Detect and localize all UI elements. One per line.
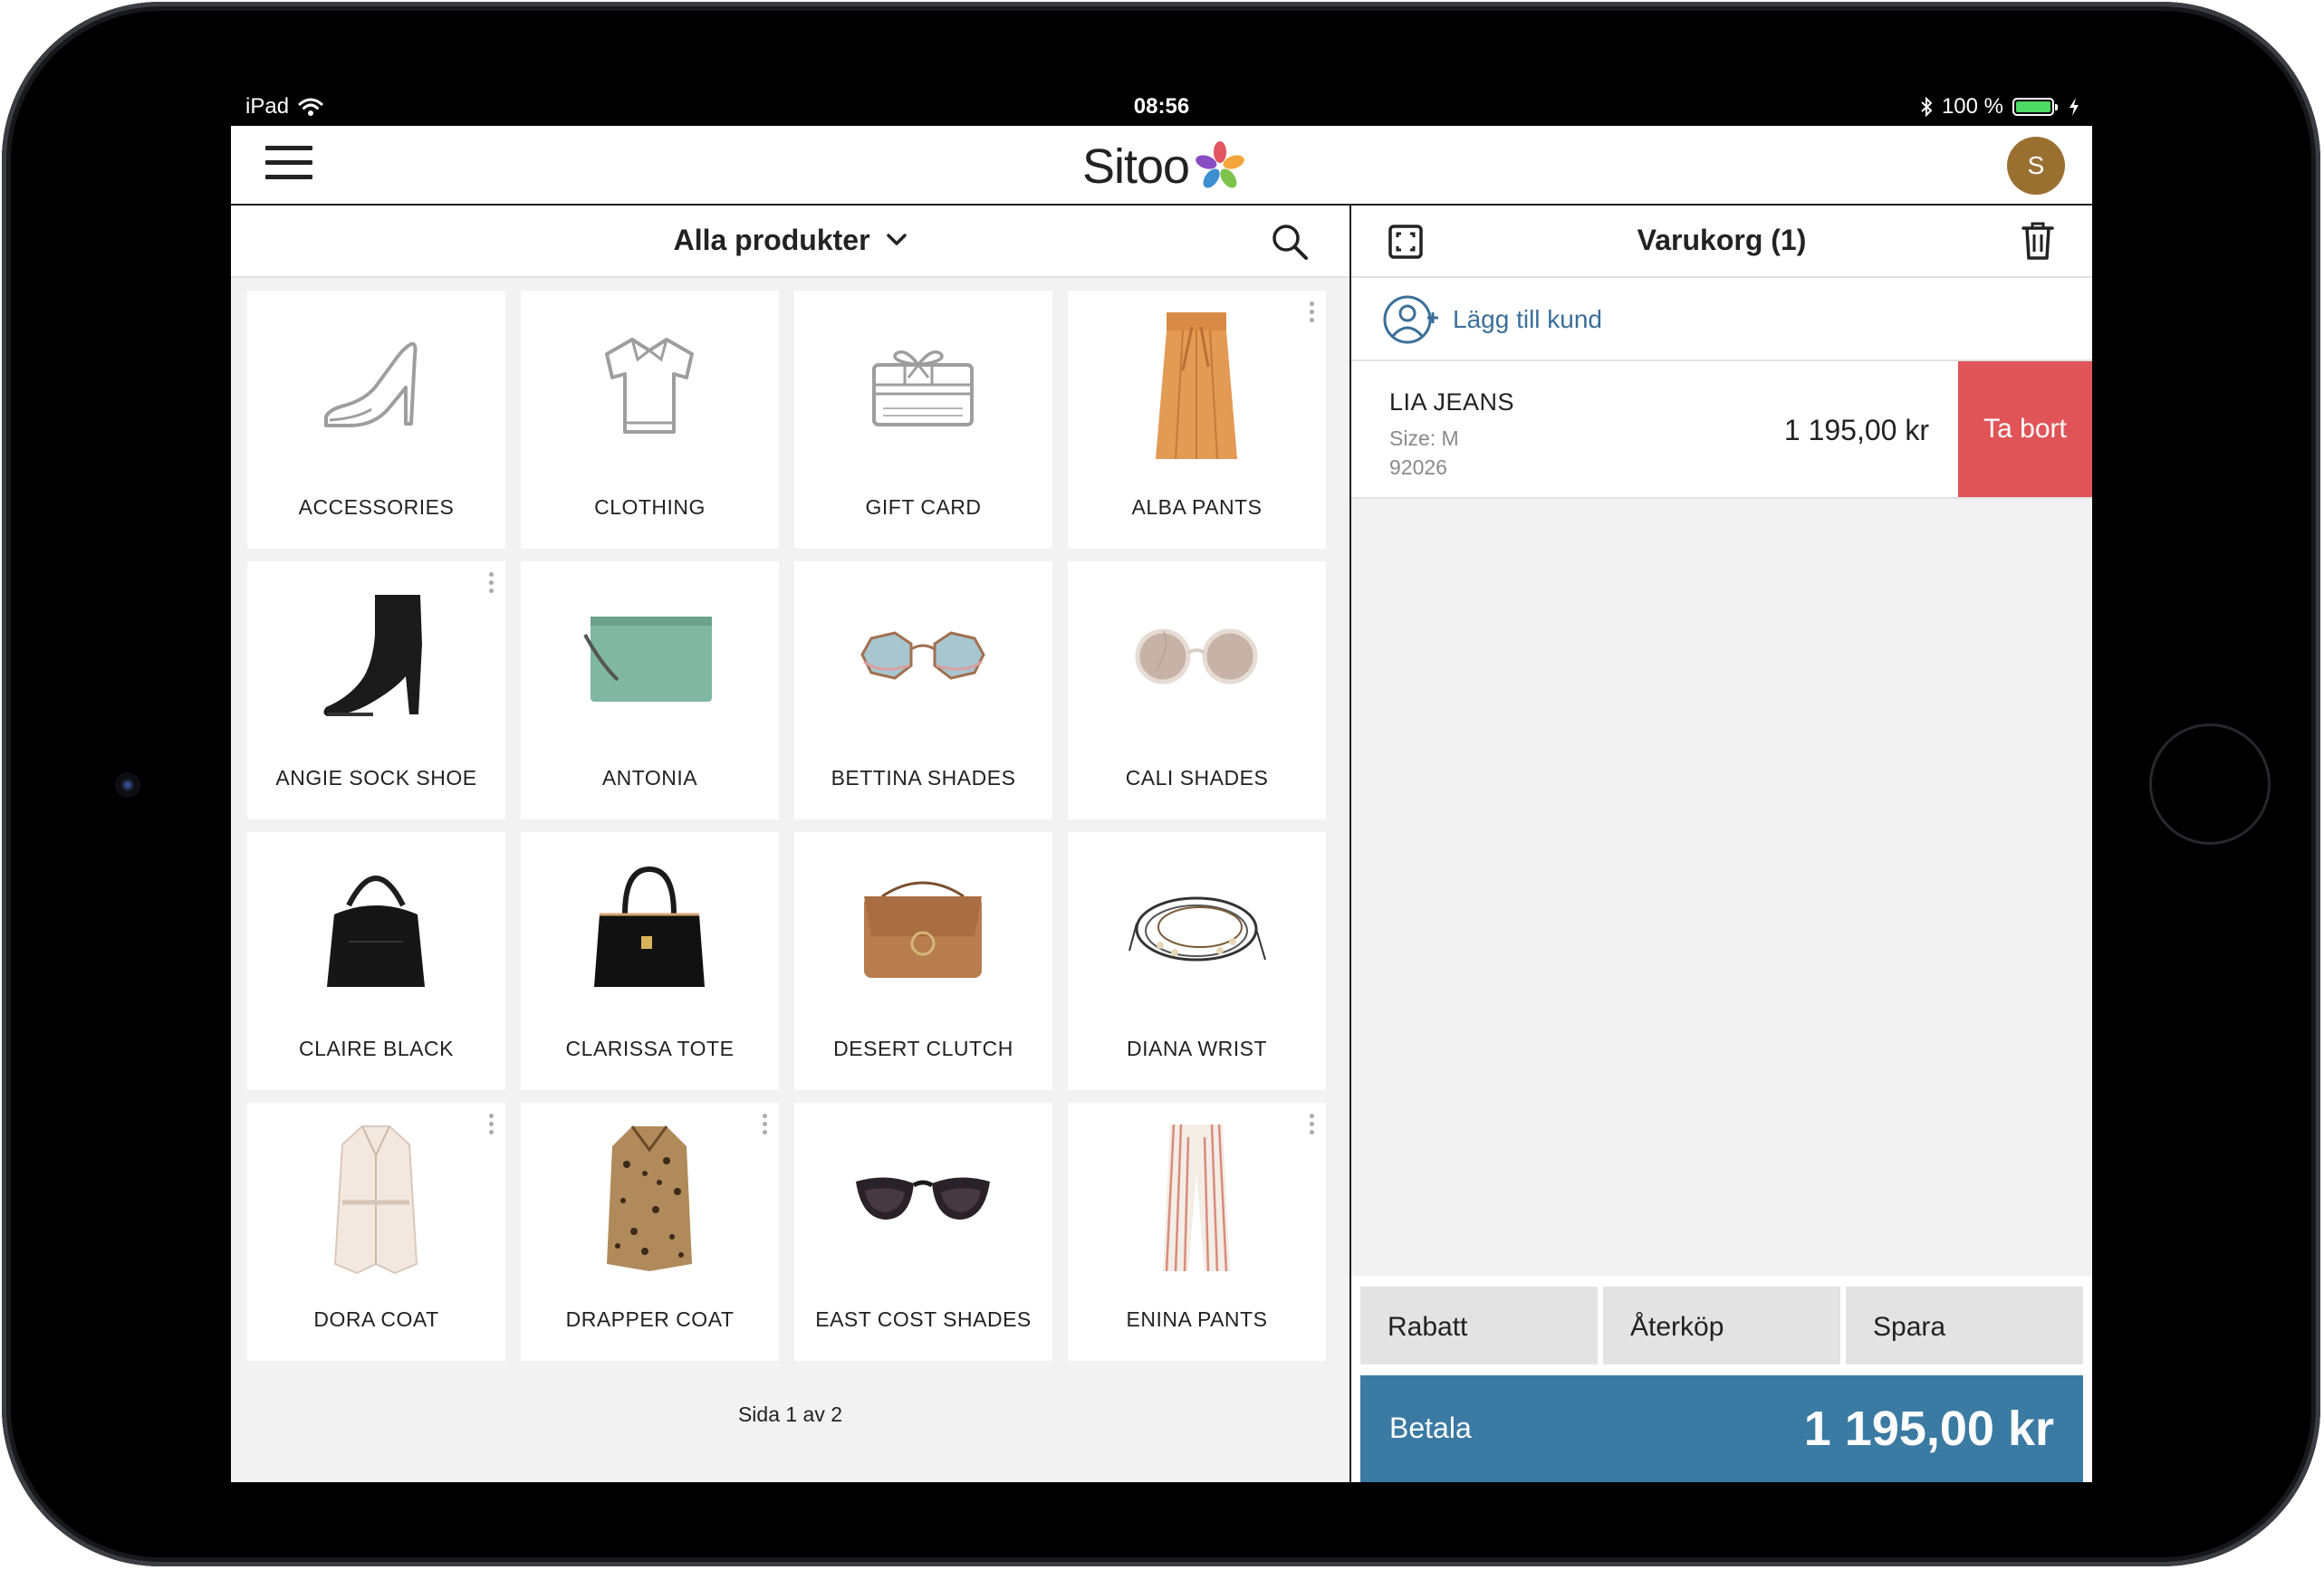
catalog-toolbar: Alla produkter [231, 206, 1349, 278]
product-tile[interactable]: EAST COST SHADES [794, 1103, 1052, 1361]
cart-toolbar: Varukorg (1) [1351, 206, 2092, 278]
pay-button[interactable]: Betala 1 195,00 kr [1360, 1375, 2083, 1482]
more-options-icon[interactable] [761, 1114, 770, 1139]
cart-item-name: LIA JEANS [1389, 388, 1515, 416]
pay-total: 1 195,00 kr [1803, 1402, 2054, 1456]
striped-pants-icon [1163, 1124, 1230, 1272]
cart-item-price: 1 195,00 kr [1783, 414, 1929, 446]
product-tile[interactable]: CLARISSA TOTE [521, 832, 779, 1090]
trash-icon[interactable] [2020, 220, 2056, 262]
more-options-icon[interactable] [1308, 1114, 1317, 1139]
menu-button[interactable] [265, 146, 312, 182]
product-tile[interactable]: CALI SHADES [1068, 561, 1326, 819]
cart-item-sku: 92026 [1389, 455, 1447, 479]
cart-actions: Rabatt Återköp Spara Betala 1 195,00 kr [1351, 1276, 2092, 1482]
product-name: BETTINA SHADES [831, 766, 1016, 790]
charging-icon [2070, 98, 2079, 116]
product-name: CLOTHING [594, 495, 706, 519]
product-name: ANTONIA [601, 766, 698, 790]
product-tile[interactable]: ANGIE SOCK SHOE [247, 561, 505, 819]
product-name: ANGIE SOCK SHOE [275, 766, 477, 790]
product-name: ACCESSORIES [298, 495, 455, 519]
product-tile[interactable]: DESERT CLUTCH [794, 832, 1052, 1090]
white-coat-icon [333, 1125, 418, 1275]
product-name: GIFT CARD [865, 495, 982, 519]
round-sunglasses-icon [1135, 628, 1258, 684]
status-time: 08:56 [1133, 94, 1190, 119]
brown-clutch-icon [864, 881, 982, 978]
add-customer-label: Lägg till kund [1453, 305, 1603, 333]
add-user-icon [1383, 295, 1438, 344]
product-name: ENINA PANTS [1126, 1307, 1268, 1331]
gift-card-outline-icon [872, 349, 974, 426]
cart-item-size: Size: M [1389, 426, 1459, 450]
cat-eye-sunglasses-icon [856, 1176, 990, 1220]
pay-label: Betala [1389, 1412, 1472, 1444]
black-tote-bag-icon [594, 866, 705, 987]
bluetooth-icon [1921, 97, 1933, 117]
front-camera [115, 772, 140, 798]
product-name: DORA COAT [313, 1307, 439, 1331]
product-name: CALI SHADES [1125, 766, 1269, 790]
cart-title: Varukorg (1) [1637, 224, 1807, 256]
remove-item-button[interactable]: Ta bort [1958, 361, 2092, 497]
sitoo-logo: Sitoo [1082, 139, 1247, 195]
black-hobo-bag-icon [327, 875, 425, 987]
save-button[interactable]: Spara [1846, 1287, 2083, 1364]
more-options-icon[interactable] [1308, 302, 1317, 327]
user-avatar[interactable]: S [2007, 137, 2065, 195]
logo-text: Sitoo [1082, 139, 1190, 194]
product-name: EAST COST SHADES [815, 1307, 1032, 1331]
product-tile[interactable]: ENINA PANTS [1068, 1103, 1326, 1361]
product-tile[interactable]: ACCESSORIES [247, 291, 505, 549]
flower-logo-icon [1196, 141, 1244, 188]
home-button[interactable] [2152, 726, 2268, 842]
product-name: CLAIRE BLACK [299, 1037, 454, 1060]
bracelet-icon [1128, 896, 1266, 961]
screen: iPad 08:56 100 % Sitoo S Alla produkter … [231, 86, 2092, 1482]
product-name: ALBA PANTS [1131, 495, 1263, 519]
search-icon[interactable] [1270, 222, 1310, 262]
product-tile[interactable]: DRAPPER COAT [521, 1103, 779, 1361]
product-name: DRAPPER COAT [565, 1307, 735, 1331]
black-boot-icon [323, 594, 422, 716]
pagination-label: Sida 1 av 2 [737, 1402, 843, 1426]
product-tile[interactable]: CLOTHING [521, 291, 779, 549]
product-tile[interactable]: ANTONIA [521, 561, 779, 819]
orange-skirt-icon [1156, 312, 1237, 460]
shoe-outline-icon [324, 341, 418, 427]
green-clutch-icon [583, 616, 712, 702]
leopard-coat-icon [607, 1125, 692, 1271]
discount-button[interactable]: Rabatt [1360, 1287, 1598, 1364]
product-tile[interactable]: DORA COAT [247, 1103, 505, 1361]
product-tile[interactable]: CLAIRE BLACK [247, 832, 505, 1090]
product-name: DESERT CLUTCH [833, 1037, 1013, 1060]
more-options-icon[interactable] [487, 1114, 496, 1139]
product-name: DIANA WRIST [1126, 1037, 1267, 1060]
product-tile[interactable]: DIANA WRIST [1068, 832, 1326, 1090]
product-tile[interactable]: GIFT CARD [794, 291, 1052, 549]
product-tile[interactable]: ALBA PANTS [1068, 291, 1326, 549]
product-tile[interactable]: BETTINA SHADES [794, 561, 1052, 819]
refund-button[interactable]: Återköp [1603, 1287, 1840, 1364]
app-header: Sitoo S [231, 126, 2092, 206]
octagon-sunglasses-icon [860, 630, 985, 680]
cart-item[interactable]: LIA JEANS Size: M 92026 1 195,00 kr Ta b… [1351, 361, 2092, 499]
product-grid: ACCESSORIES CLOTHING GIFT CARD ALBA PANT… [247, 291, 1334, 1361]
product-filter-dropdown[interactable]: Alla produkter [231, 224, 1349, 257]
battery-icon [2012, 98, 2058, 116]
more-options-icon[interactable] [487, 572, 496, 598]
add-customer-button[interactable]: Lägg till kund [1351, 278, 2092, 361]
product-name: CLARISSA TOTE [565, 1037, 735, 1060]
product-filter-label: Alla produkter [673, 224, 870, 256]
shirt-outline-icon [605, 337, 694, 434]
status-bar: iPad 08:56 100 % [231, 86, 2092, 126]
chevron-down-icon [887, 233, 908, 245]
battery-percent: 100 % [1941, 94, 2003, 119]
